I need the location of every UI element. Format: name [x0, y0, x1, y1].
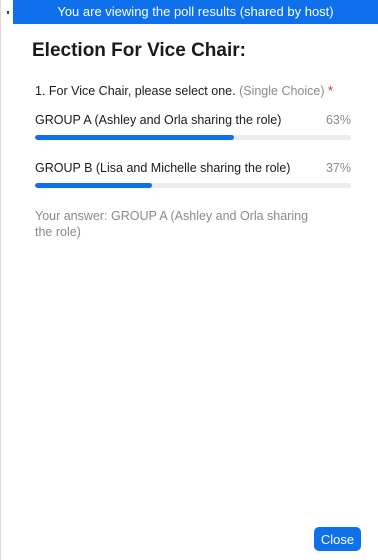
result-bar-track [35, 135, 351, 140]
option-label: GROUP B (Lisa and Michelle sharing the r… [35, 161, 291, 175]
option-percent: 37% [325, 161, 351, 175]
poll-title: Election For Vice Chair: [32, 40, 246, 61]
result-bar-fill [35, 135, 235, 140]
question-type: (Single Choice) [239, 84, 325, 98]
option-label: GROUP A (Ashley and Orla sharing the rol… [35, 113, 282, 127]
option-percent: 63% [325, 113, 351, 127]
poll-results-window: You are viewing the poll results (shared… [0, 0, 378, 560]
question-text: 1. For Vice Chair, please select one. [35, 84, 236, 98]
window-edge [0, 0, 1, 560]
banner-divider [7, 11, 9, 14]
poll-option-group-b: GROUP B (Lisa and Michelle sharing the r… [35, 161, 351, 188]
banner-text: You are viewing the poll results (shared… [57, 4, 334, 19]
poll-option-group-a: GROUP A (Ashley and Orla sharing the rol… [35, 113, 351, 140]
shared-results-banner: You are viewing the poll results (shared… [13, 0, 378, 24]
result-bar-fill [35, 183, 152, 188]
result-bar-track [35, 183, 351, 188]
required-marker: * [328, 84, 333, 98]
your-answer-text: Your answer: GROUP A (Ashley and Orla sh… [35, 209, 309, 239]
poll-question: 1. For Vice Chair, please select one. (S… [35, 84, 333, 98]
close-button[interactable]: Close [314, 527, 361, 551]
